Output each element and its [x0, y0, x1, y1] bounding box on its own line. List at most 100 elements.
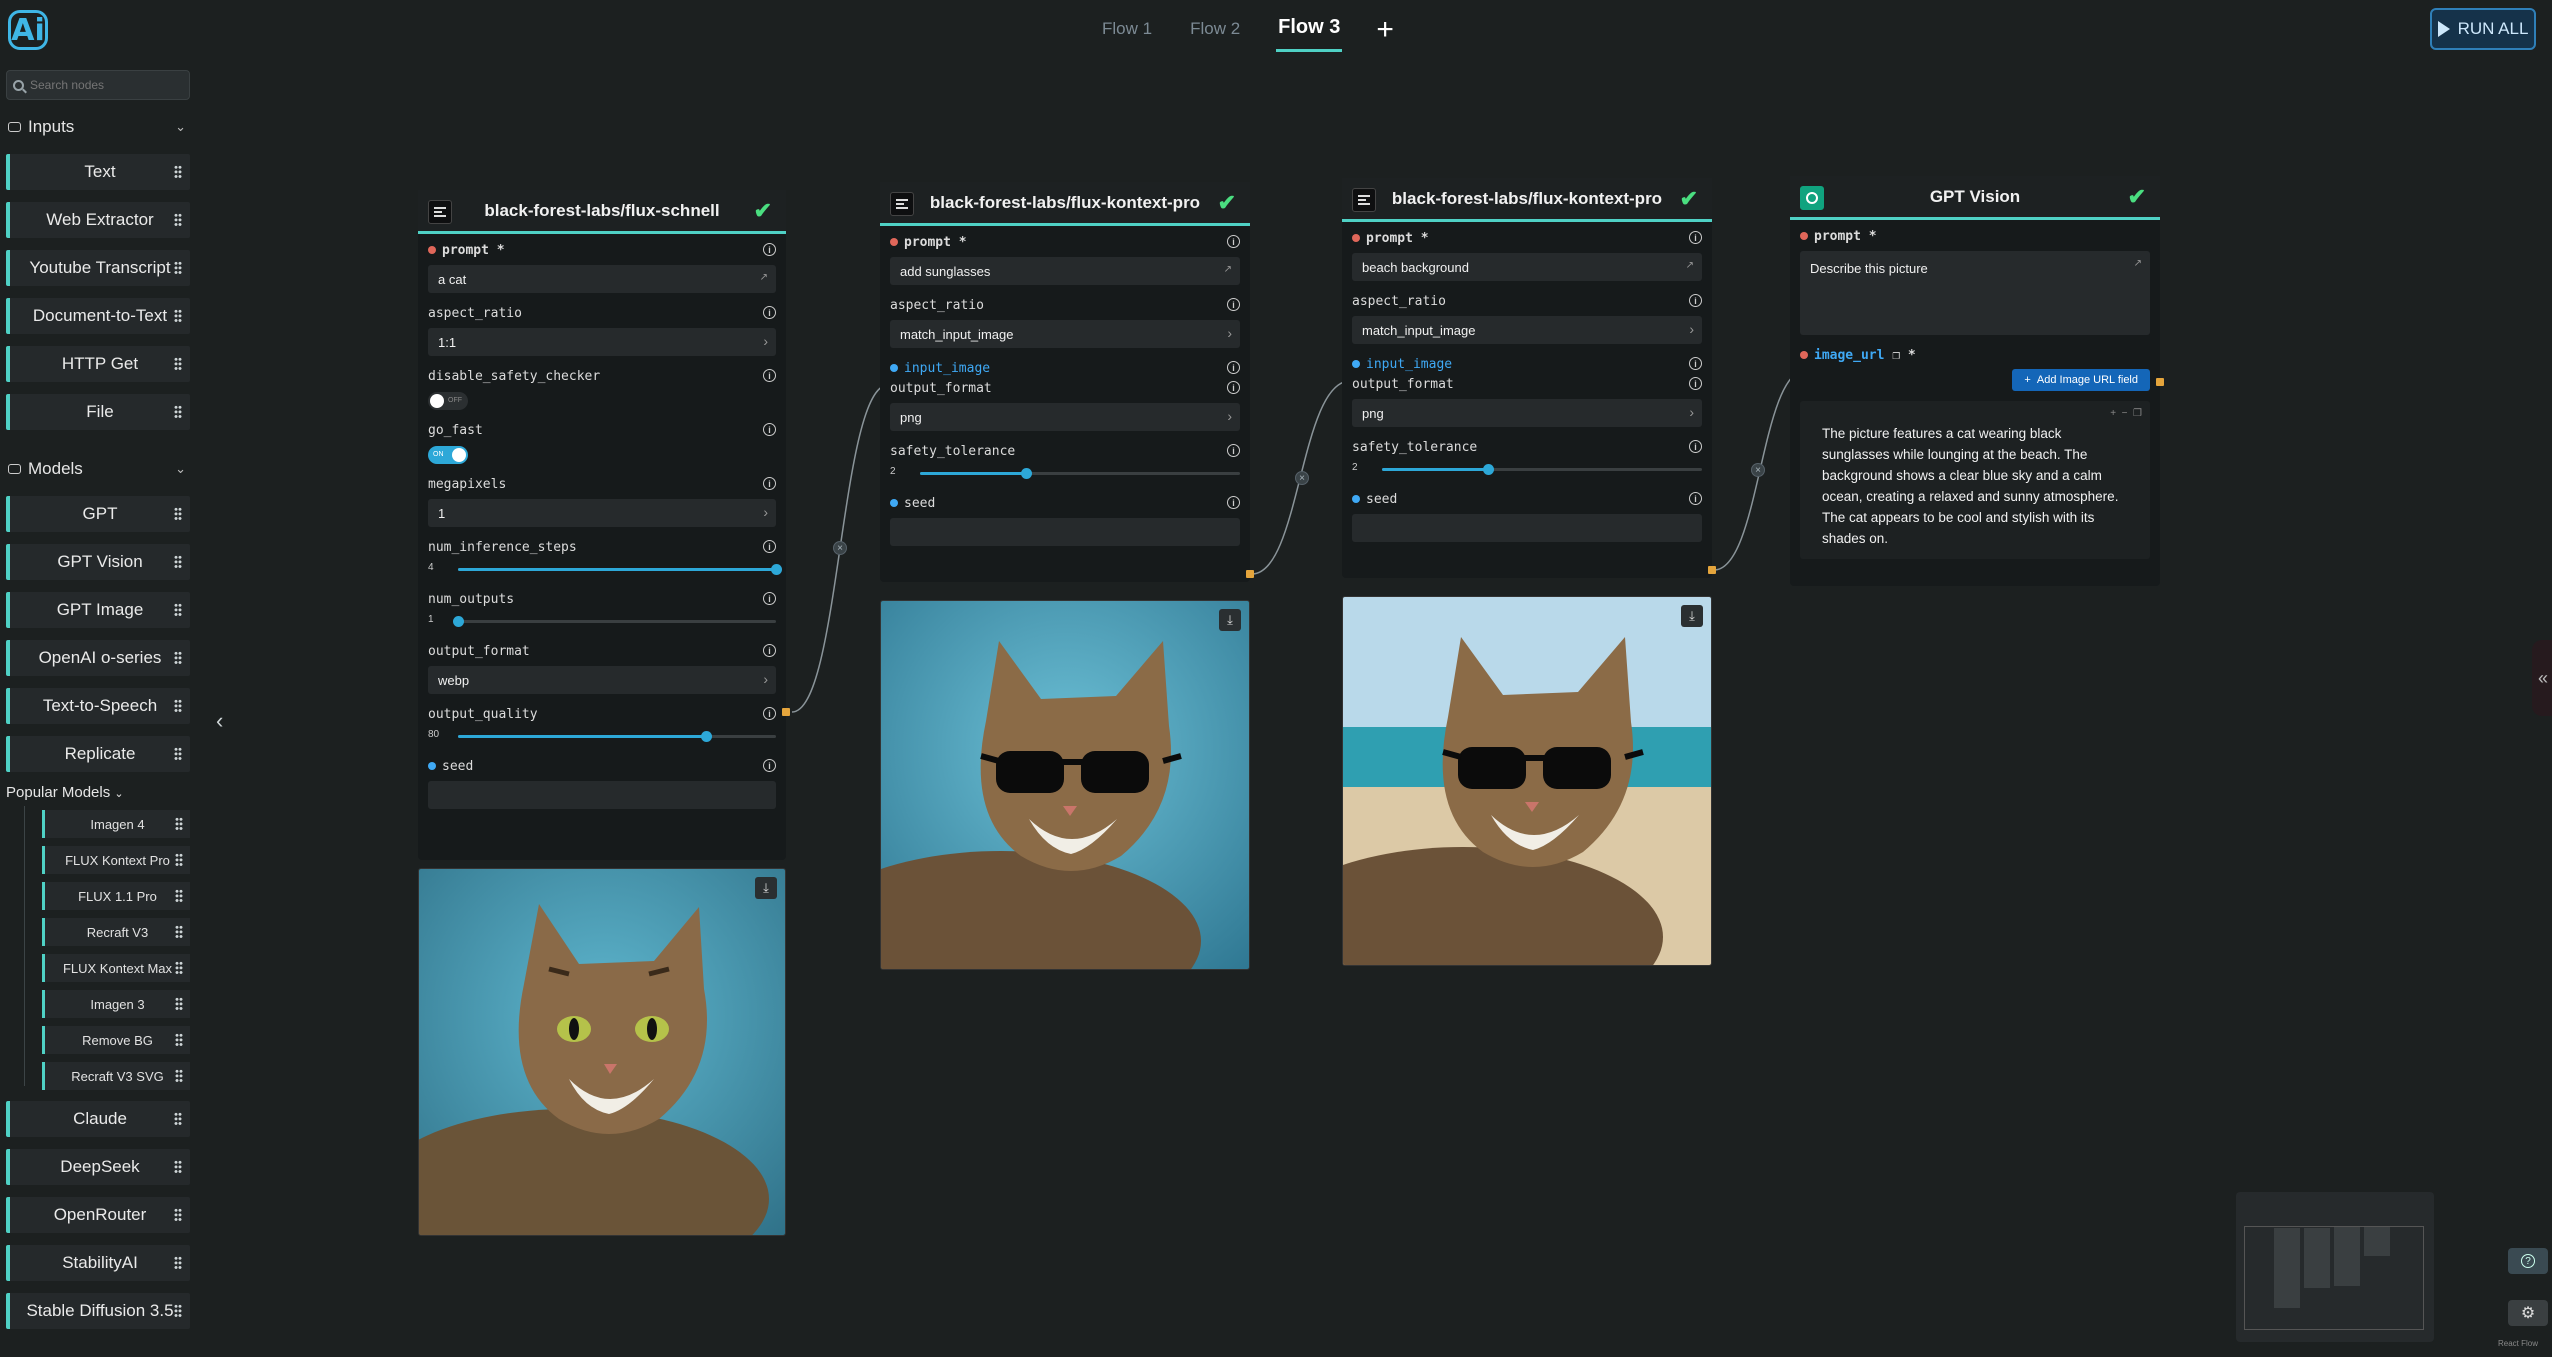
info-icon[interactable]: i — [1227, 361, 1240, 374]
node-header[interactable]: GPT Vision ✔ — [1790, 176, 2160, 220]
output-image-cat-sunglasses: ⤓ — [880, 600, 1250, 970]
info-icon[interactable]: i — [1227, 496, 1240, 509]
info-icon[interactable]: i — [1227, 444, 1240, 457]
prompt-textarea[interactable]: Describe this picture ↗ — [1800, 251, 2150, 335]
steps-slider[interactable]: 4 — [428, 559, 782, 579]
info-icon[interactable]: i — [763, 243, 776, 256]
prompt-input[interactable]: beach background ↗ — [1352, 253, 1702, 281]
safety-tolerance-label: safety_tolerance — [1352, 439, 1478, 455]
output-format-label: output_format — [428, 643, 530, 659]
safety-tolerance-slider[interactable]: 2 — [890, 463, 1240, 483]
seed-input[interactable] — [1352, 514, 1702, 542]
zoom-out-icon[interactable]: − — [2122, 408, 2128, 419]
info-icon[interactable]: i — [1689, 231, 1702, 244]
download-icon[interactable]: ⤓ — [1219, 609, 1241, 631]
output-image-cat: ⤓ — [418, 868, 786, 1236]
megapixels-value: 1 — [438, 505, 446, 521]
slider-knob[interactable] — [453, 616, 464, 627]
react-flow-attribution[interactable]: React Flow — [2498, 1339, 2538, 1348]
safety-checker-toggle[interactable]: OFF — [428, 392, 468, 410]
output-handle[interactable] — [1246, 570, 1254, 578]
help-icon: ? — [2521, 1254, 2535, 1268]
info-icon[interactable]: i — [763, 369, 776, 382]
edge-delete-button[interactable]: × — [833, 541, 847, 555]
info-icon[interactable]: i — [1689, 377, 1702, 390]
info-icon[interactable]: i — [763, 707, 776, 720]
go-fast-toggle[interactable]: ON — [428, 446, 468, 464]
info-icon[interactable]: i — [1227, 235, 1240, 248]
aspect-ratio-select[interactable]: match_input_image › — [1352, 316, 1702, 344]
info-icon[interactable]: i — [763, 759, 776, 772]
minimap[interactable] — [2236, 1192, 2434, 1342]
node-flux-kontext-pro-2[interactable]: black-forest-labs/flux-kontext-pro ✔ pro… — [1342, 178, 1716, 578]
info-icon[interactable]: i — [763, 306, 776, 319]
model-icon — [1352, 188, 1376, 212]
aspect-ratio-select[interactable]: 1:1 › — [428, 328, 776, 356]
download-icon[interactable]: ⤓ — [755, 877, 777, 899]
expand-icon[interactable]: ↗ — [1686, 260, 1694, 271]
output-format-select[interactable]: webp › — [428, 666, 776, 694]
download-icon[interactable]: ⤓ — [1681, 605, 1703, 627]
aspect-ratio-label: aspect_ratio — [890, 297, 984, 313]
info-icon[interactable]: i — [763, 423, 776, 436]
prompt-value: Describe this picture — [1810, 261, 1928, 276]
field-label: aspect_ratio i — [1352, 291, 1702, 311]
info-icon[interactable]: i — [1689, 294, 1702, 307]
slider-knob[interactable] — [1482, 464, 1494, 475]
node-flux-kontext-pro-1[interactable]: black-forest-labs/flux-kontext-pro ✔ pro… — [880, 182, 1254, 582]
help-button[interactable]: ? — [2508, 1248, 2548, 1274]
info-icon[interactable]: i — [1227, 381, 1240, 394]
seed-input[interactable] — [890, 518, 1240, 546]
info-icon[interactable]: i — [763, 592, 776, 605]
prompt-input[interactable]: a cat ↗ — [428, 265, 776, 293]
plus-icon: + — [2024, 374, 2037, 386]
expand-icon[interactable]: ↗ — [1224, 264, 1232, 275]
slider-knob[interactable] — [771, 564, 782, 575]
megapixels-select[interactable]: 1 › — [428, 499, 776, 527]
seed-input[interactable] — [428, 781, 776, 809]
info-icon[interactable]: i — [1689, 492, 1702, 505]
add-image-url-label: Add Image URL field — [2036, 374, 2138, 386]
node-header[interactable]: black-forest-labs/flux-kontext-pro ✔ — [880, 182, 1250, 226]
safety-tolerance-slider[interactable]: 2 — [1352, 459, 1702, 479]
required-dot — [428, 246, 436, 254]
info-icon[interactable]: i — [1689, 440, 1702, 453]
info-icon[interactable]: i — [763, 644, 776, 657]
aspect-ratio-value: match_input_image — [900, 326, 1014, 342]
info-icon[interactable]: i — [763, 477, 776, 490]
node-title: black-forest-labs/flux-kontext-pro — [929, 192, 1201, 212]
slider-knob[interactable] — [701, 731, 713, 742]
required-dot — [1800, 232, 1808, 240]
check-icon: ✔ — [1217, 190, 1236, 215]
expand-panel-icon[interactable]: « — [2532, 640, 2552, 716]
input-image-label: input_image — [904, 360, 991, 376]
add-image-url-button[interactable]: + Add Image URL field — [2012, 369, 2150, 391]
node-header[interactable]: black-forest-labs/flux-schnell ✔ — [418, 190, 786, 234]
field-label: disable_safety_checker i — [428, 366, 776, 386]
copy-icon[interactable]: ❐ — [2133, 408, 2142, 419]
node-gpt-vision[interactable]: GPT Vision ✔ prompt * Describe this pict… — [1790, 176, 2164, 586]
output-handle[interactable] — [1708, 566, 1716, 574]
zoom-in-icon[interactable]: + — [2110, 408, 2116, 419]
output-handle[interactable] — [782, 708, 790, 716]
connected-dot — [428, 762, 436, 770]
aspect-ratio-select[interactable]: match_input_image › — [890, 320, 1240, 348]
settings-button[interactable]: ⚙ — [2508, 1300, 2548, 1326]
info-icon[interactable]: i — [763, 540, 776, 553]
node-flux-schnell[interactable]: black-forest-labs/flux-schnell ✔ prompt … — [418, 190, 790, 860]
output-format-select[interactable]: png › — [1352, 399, 1702, 427]
quality-slider[interactable]: 80 — [428, 726, 776, 746]
prompt-input[interactable]: add sunglasses ↗ — [890, 257, 1240, 285]
info-icon[interactable]: i — [1689, 357, 1702, 370]
expand-icon[interactable]: ↗ — [2134, 258, 2142, 269]
slider-knob[interactable] — [1020, 468, 1032, 479]
edge-delete-button[interactable]: × — [1751, 463, 1765, 477]
node-header[interactable]: black-forest-labs/flux-kontext-pro ✔ — [1342, 178, 1712, 222]
copy-icon[interactable]: ❐ — [1892, 348, 1900, 363]
info-icon[interactable]: i — [1227, 298, 1240, 311]
edge-delete-button[interactable]: × — [1295, 471, 1309, 485]
output-handle[interactable] — [2156, 378, 2164, 386]
outputs-slider[interactable]: 1 — [428, 611, 776, 631]
output-format-select[interactable]: png › — [890, 403, 1240, 431]
expand-icon[interactable]: ↗ — [760, 272, 768, 283]
